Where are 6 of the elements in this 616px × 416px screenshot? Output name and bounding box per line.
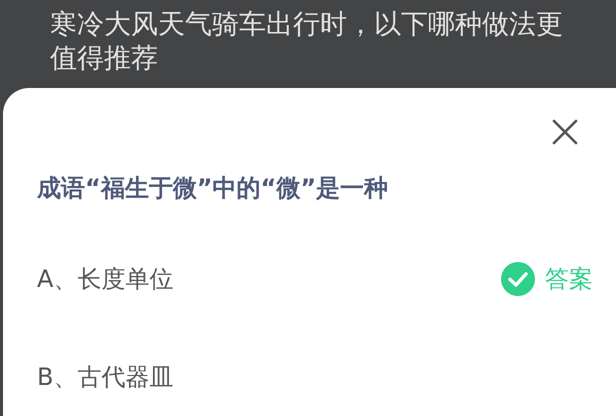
- close-icon[interactable]: [551, 118, 579, 146]
- option-text[interactable]: A、长度单位: [37, 263, 174, 295]
- answer-label: 答案: [545, 264, 593, 295]
- question-text: 成语“福生于微”中的“微”是一种: [37, 173, 390, 204]
- background-question: 寒冷大风天气骑车出行时，以下哪种做法更值得推荐: [50, 8, 564, 76]
- option-text[interactable]: B、古代器皿: [37, 361, 174, 393]
